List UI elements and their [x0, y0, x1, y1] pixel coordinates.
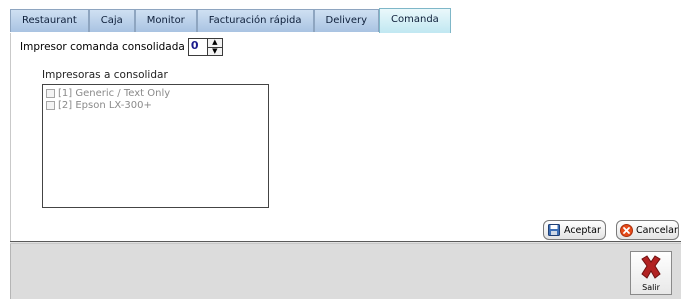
- consolidated-printer-label: Impresor comanda consolidada: [20, 41, 185, 53]
- tab-comanda[interactable]: Comanda: [379, 8, 451, 34]
- spinner-down-icon[interactable]: ▼: [207, 46, 222, 55]
- footer-bar: [10, 244, 681, 299]
- printers-group-label: Impresoras a consolidar: [42, 69, 168, 81]
- tab-bar-filler: [451, 9, 681, 33]
- accept-button-label: Aceptar: [564, 224, 601, 236]
- cancel-button-label: Cancelar: [636, 224, 678, 236]
- consolidated-printer-value[interactable]: 0: [187, 38, 207, 56]
- tab-bar: Restaurant Caja Monitor Facturación rápi…: [10, 8, 681, 34]
- list-item[interactable]: [1] Generic / Text Only: [43, 87, 268, 99]
- checkbox-icon[interactable]: [46, 88, 55, 98]
- printers-listbox[interactable]: [1] Generic / Text Only [2] Epson LX-300…: [42, 84, 269, 208]
- accept-button[interactable]: Aceptar: [543, 220, 606, 240]
- tab-restaurant[interactable]: Restaurant: [10, 9, 89, 32]
- list-item-label: [2] Epson LX-300+: [58, 99, 152, 111]
- exit-button[interactable]: Salir: [630, 251, 672, 295]
- spinner-arrows: ▲ ▼: [206, 38, 223, 56]
- list-item-label: [1] Generic / Text Only: [58, 87, 171, 99]
- tab-delivery[interactable]: Delivery: [313, 9, 380, 32]
- cancel-button[interactable]: Cancelar: [616, 220, 679, 240]
- tab-monitor[interactable]: Monitor: [134, 9, 197, 32]
- floppy-disk-icon: [547, 223, 561, 237]
- tab-caja[interactable]: Caja: [88, 9, 135, 32]
- spinner-up-icon[interactable]: ▲: [207, 39, 222, 47]
- consolidated-printer-spinner[interactable]: 0 ▲ ▼: [187, 38, 223, 56]
- consolidated-printer-row: Impresor comanda consolidada 0 ▲ ▼: [20, 38, 223, 56]
- cancel-circle-icon: [620, 223, 633, 237]
- tab-facturacion-rapida[interactable]: Facturación rápida: [196, 9, 314, 32]
- checkbox-icon[interactable]: [46, 100, 55, 110]
- exit-button-label: Salir: [642, 283, 660, 292]
- list-item[interactable]: [2] Epson LX-300+: [43, 99, 268, 111]
- red-x-icon: [638, 254, 664, 283]
